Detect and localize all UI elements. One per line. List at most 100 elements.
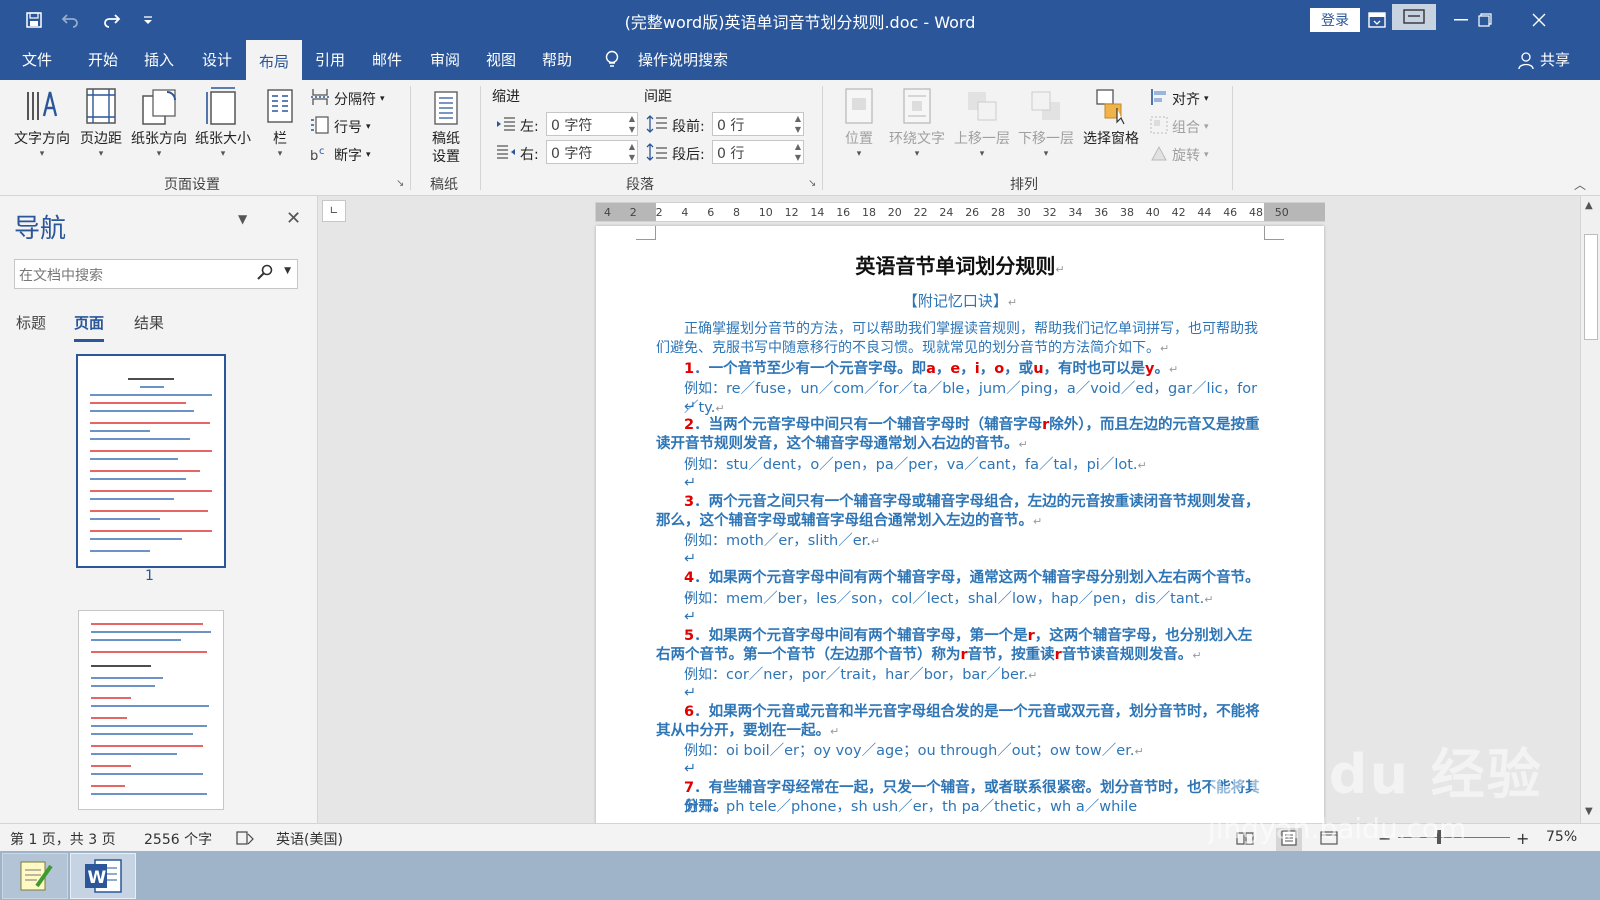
- bring-forward-button[interactable]: 上移一层 ▾: [950, 86, 1014, 160]
- margins-button[interactable]: 页边距 ▾: [76, 86, 126, 160]
- share-button[interactable]: 共享: [1540, 40, 1570, 80]
- indent-right-icon: [496, 144, 516, 164]
- zoom-slider[interactable]: [1398, 830, 1510, 844]
- search-icon[interactable]: [257, 264, 273, 284]
- tab-references[interactable]: 引用: [302, 40, 358, 80]
- spinner-arrows-icon[interactable]: ▲ ▼: [629, 113, 635, 135]
- search-options-chevron-icon[interactable]: ▼: [284, 266, 291, 276]
- zoom-out-icon[interactable]: −: [1378, 829, 1391, 848]
- customize-icon[interactable]: [136, 8, 160, 32]
- selection-pane-button[interactable]: 选择窗格: [1078, 86, 1144, 148]
- nav-options-chevron-icon[interactable]: ▼: [238, 212, 247, 226]
- rule-3-example: 例如：moth／er，slith／er.↵: [684, 533, 881, 549]
- breaks-button[interactable]: 分隔符 ▾: [310, 88, 385, 110]
- proofing-icon[interactable]: [236, 830, 254, 850]
- chevron-down-icon: ▾: [156, 149, 162, 159]
- lightbulb-icon: [604, 50, 620, 74]
- title-bar: (完整word版)英语单词音节划分规则.doc - Word 登录: [0, 0, 1600, 40]
- zoom-in-icon[interactable]: +: [1516, 829, 1529, 848]
- nav-tab-pages[interactable]: 页面: [74, 312, 105, 342]
- document-page[interactable]: 英语音节单词划分规则↵ 【附记忆口诀】↵ 正确掌握划分音节的方法，可以帮助我们掌…: [596, 226, 1324, 823]
- hyphenation-button[interactable]: bc 断字 ▾: [310, 144, 371, 166]
- spacing-before-label: 段前:: [672, 119, 705, 135]
- notepad-app-icon: [20, 861, 53, 891]
- manuscript-settings-button[interactable]: 稿纸 设置: [420, 90, 472, 166]
- zoom-level[interactable]: 75%: [1546, 829, 1577, 845]
- close-icon[interactable]: [1516, 0, 1562, 40]
- tab-selector-icon[interactable]: ∟: [322, 200, 346, 222]
- redo-icon[interactable]: [100, 8, 124, 32]
- spinner-arrows-icon[interactable]: ▲ ▼: [629, 141, 635, 163]
- vertical-scrollbar[interactable]: ▲ ▼: [1580, 196, 1600, 823]
- size-button[interactable]: 纸张大小 ▾: [192, 86, 254, 160]
- paragraph-launcher-icon[interactable]: ↘: [808, 178, 816, 189]
- spacing-before-icon: [646, 114, 668, 138]
- language-status[interactable]: 英语(美国): [276, 829, 343, 849]
- nav-close-icon[interactable]: ✕: [286, 208, 301, 229]
- spinner-arrows-icon[interactable]: ▲ ▼: [795, 141, 801, 163]
- taskbar-app-notes[interactable]: [2, 853, 68, 899]
- page-count-status[interactable]: 第 1 页，共 3 页: [10, 829, 116, 849]
- scrollbar-thumb[interactable]: [1584, 234, 1598, 340]
- indent-left-label: 左:: [520, 119, 539, 135]
- group-button[interactable]: 组合 ▾: [1150, 116, 1209, 138]
- undo-icon[interactable]: [58, 8, 82, 32]
- empty-paragraph: ↵: [684, 475, 697, 491]
- tab-design[interactable]: 设计: [188, 40, 246, 80]
- spacing-before-input[interactable]: 0 行 ▲ ▼: [712, 112, 804, 136]
- ruler-tick-label: 4: [681, 206, 689, 219]
- spinner-arrows-icon[interactable]: ▲ ▼: [795, 113, 801, 135]
- horizontal-ruler[interactable]: 4 2 2 4 6 8 10 12 14 16 18 20 22 24 26 28 30 32 34 36 38 40 42…: [595, 202, 1325, 222]
- indent-left-input[interactable]: 0 字符 ▲ ▼: [546, 112, 638, 136]
- nav-tab-results[interactable]: 结果: [134, 312, 164, 333]
- scroll-down-icon[interactable]: ▼: [1585, 806, 1593, 817]
- nav-pane-title: 导航: [14, 214, 67, 244]
- ruler-tick-label: 18: [862, 206, 876, 219]
- tab-home[interactable]: 开始: [74, 40, 132, 80]
- position-button[interactable]: 位置 ▾: [836, 86, 882, 160]
- tell-me-search[interactable]: 操作说明搜索: [638, 40, 728, 80]
- taskbar-app-word[interactable]: W: [70, 853, 136, 899]
- line-numbers-button[interactable]: 行号 ▾: [310, 116, 371, 138]
- tab-review[interactable]: 审阅: [416, 40, 474, 80]
- collapse-ribbon-icon[interactable]: ︿: [1574, 176, 1586, 193]
- group-divider: [480, 86, 481, 190]
- tab-insert[interactable]: 插入: [130, 40, 188, 80]
- read-mode-icon[interactable]: [1236, 830, 1254, 850]
- zoom-slider-thumb[interactable]: [1437, 830, 1441, 844]
- page-setup-launcher-icon[interactable]: ↘: [396, 178, 404, 189]
- nav-tab-headings[interactable]: 标题: [16, 312, 46, 333]
- tab-file[interactable]: 文件: [8, 40, 66, 80]
- nav-search-input[interactable]: 在文档中搜索 ▼: [14, 259, 298, 289]
- wrap-text-button[interactable]: 环绕文字 ▾: [884, 86, 950, 160]
- columns-button[interactable]: 栏 ▾: [262, 86, 298, 160]
- tab-help[interactable]: 帮助: [528, 40, 586, 80]
- group-divider: [410, 86, 411, 190]
- spacing-after-input[interactable]: 0 行 ▲ ▼: [712, 140, 804, 164]
- person-icon: [1518, 52, 1534, 74]
- web-layout-icon[interactable]: [1320, 830, 1338, 850]
- save-icon[interactable]: [22, 8, 46, 32]
- print-layout-icon[interactable]: [1276, 828, 1302, 852]
- page-thumbnail-1[interactable]: [76, 354, 226, 568]
- align-button[interactable]: 对齐 ▾: [1150, 88, 1209, 110]
- scroll-up-icon[interactable]: ▲: [1585, 200, 1593, 211]
- indent-right-input[interactable]: 0 字符 ▲ ▼: [546, 140, 638, 164]
- restore-icon[interactable]: [1462, 0, 1508, 40]
- screen-capture-icon[interactable]: [1392, 4, 1436, 30]
- tab-layout[interactable]: 布局: [246, 40, 302, 80]
- tab-view[interactable]: 视图: [472, 40, 530, 80]
- document-heading: 英语音节单词划分规则↵: [855, 254, 1065, 278]
- orientation-button[interactable]: 纸张方向 ▾: [128, 86, 190, 160]
- text-direction-button[interactable]: 文字方向 ▾: [10, 86, 74, 160]
- empty-paragraph: ↵: [684, 761, 697, 777]
- word-count-status[interactable]: 2556 个字: [144, 829, 212, 849]
- rotate-button[interactable]: 旋转 ▾: [1150, 144, 1209, 166]
- chevron-down-icon: ▾: [39, 149, 45, 159]
- page-thumbnail-2[interactable]: [78, 610, 224, 810]
- login-button[interactable]: 登录: [1310, 8, 1360, 32]
- tab-mailings[interactable]: 邮件: [358, 40, 416, 80]
- send-backward-button[interactable]: 下移一层 ▾: [1014, 86, 1078, 160]
- document-area[interactable]: ∟ 4 2 2 4 6 8 10 12 14 16 18 20 22 24 26 28 30 32 34 36 38 40…: [318, 196, 1580, 823]
- document-subheading: 【附记忆口诀】↵: [902, 292, 1018, 310]
